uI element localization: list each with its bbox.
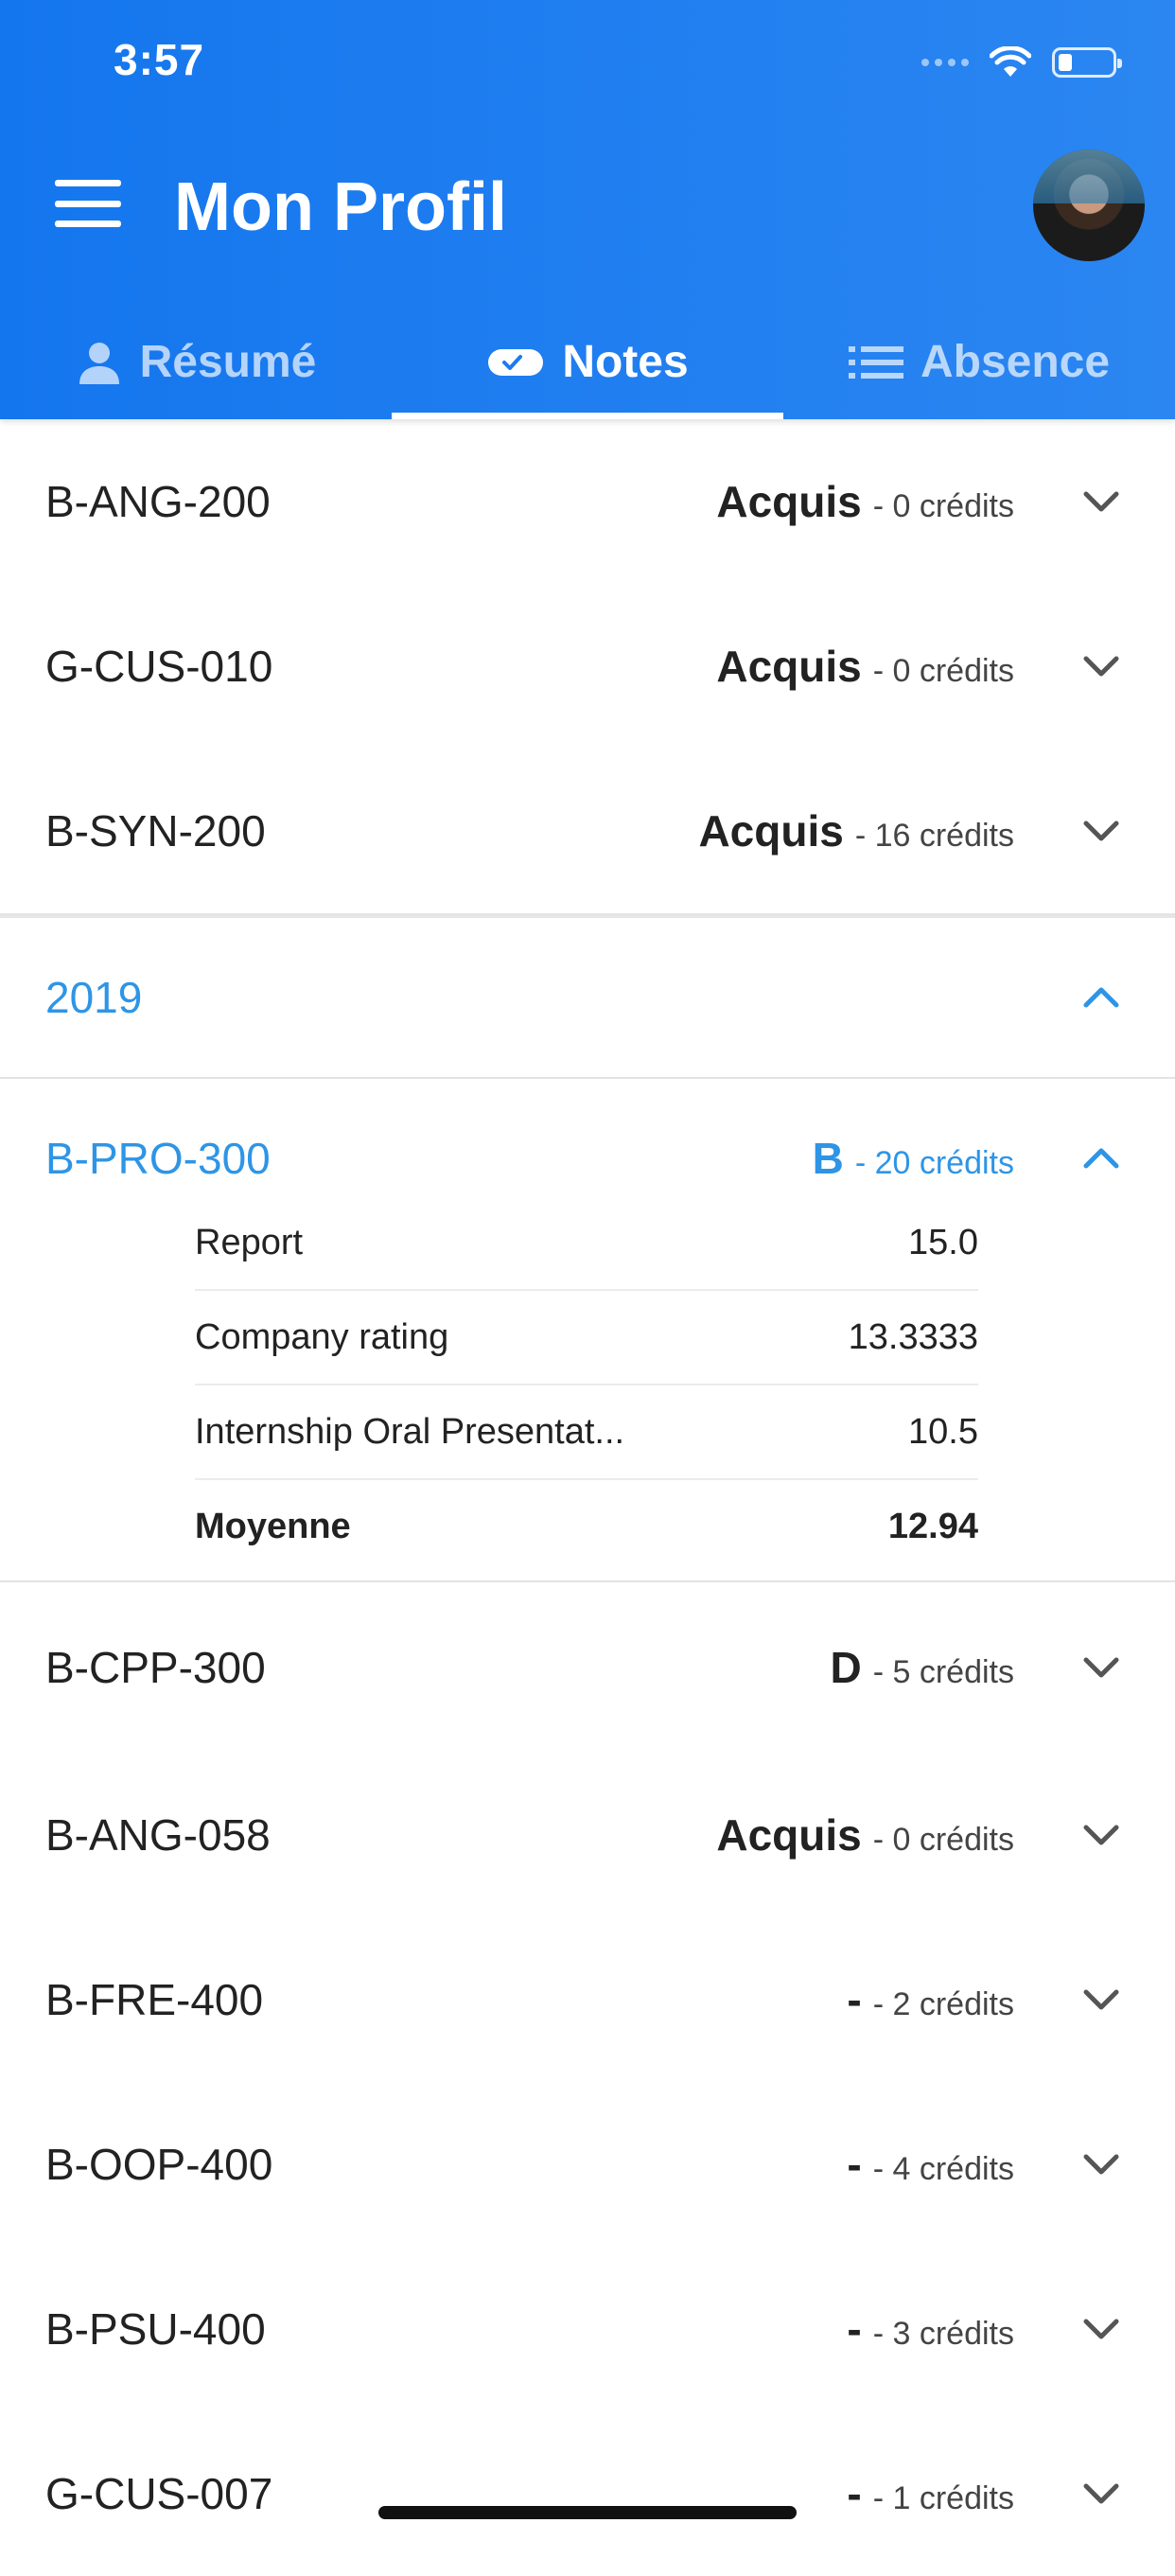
wifi-icon	[990, 46, 1031, 77]
detail-value: 10.5	[908, 1411, 978, 1452]
course-grade: B - 20 crédits	[813, 1133, 1014, 1184]
credits-value: - 5 crédits	[872, 1654, 1014, 1690]
course-code: G-CUS-007	[45, 2469, 273, 2518]
course-grade: Acquis - 0 crédits	[716, 641, 1014, 692]
chevron-down-icon[interactable]	[1075, 2303, 1128, 2355]
grade-value: -	[847, 1975, 862, 2024]
chevron-down-icon[interactable]	[1075, 2138, 1128, 2191]
credits-value: - 0 crédits	[872, 1822, 1014, 1858]
chevron-up-icon[interactable]	[1075, 971, 1128, 1024]
grade-value: -	[847, 2140, 862, 2189]
course-grade: D - 5 crédits	[831, 1642, 1015, 1693]
chevron-down-icon[interactable]	[1075, 1641, 1128, 1694]
grade-value: -	[847, 2469, 862, 2518]
credits-value: - 1 crédits	[872, 2480, 1014, 2516]
chevron-down-icon[interactable]	[1075, 804, 1128, 857]
detail-value: 13.3333	[848, 1316, 978, 1357]
chevron-down-icon[interactable]	[1075, 1973, 1128, 2026]
course-grade: Acquis - 16 crédits	[698, 805, 1014, 856]
credits-value: - 4 crédits	[872, 2151, 1014, 2187]
credits-value: - 0 crédits	[872, 653, 1014, 689]
credits-value: - 2 crédits	[872, 1986, 1014, 2022]
course-code: B-CPP-300	[45, 1643, 266, 1692]
list-icon	[848, 345, 903, 379]
tab-bar: Résumé Notes Absence	[0, 305, 1175, 419]
chevron-down-icon[interactable]	[1075, 640, 1128, 693]
tab-absence[interactable]: Absence	[783, 305, 1175, 419]
average-label: Moyenne	[195, 1506, 351, 1546]
course-code: B-PSU-400	[45, 2304, 266, 2354]
course-code: B-FRE-400	[45, 1975, 264, 2024]
person-icon	[79, 342, 119, 384]
expanded-course-row[interactable]: B-PRO-300 B - 20 crédits	[0, 1079, 1175, 1238]
course-row[interactable]: B-ANG-058 Acquis - 0 crédits	[0, 1753, 1175, 1917]
course-row[interactable]: B-FRE-400 -- 2 crédits	[0, 1917, 1175, 2082]
page-title: Mon Profil	[174, 169, 507, 245]
course-grade: -- 3 crédits	[847, 2303, 1014, 2355]
chevron-up-icon[interactable]	[1075, 1132, 1128, 1185]
avatar[interactable]	[1033, 150, 1145, 261]
course-grade: -- 1 crédits	[847, 2468, 1014, 2519]
grade-value: Acquis	[716, 1810, 862, 1860]
battery-icon	[1052, 47, 1122, 78]
detail-row: Internship Oral Presentat... 10.5	[195, 1385, 978, 1480]
cellular-signal-icon	[921, 59, 969, 66]
credits-value: - 0 crédits	[872, 488, 1014, 524]
tab-resume-label: Résumé	[139, 337, 317, 387]
detail-name: Internship Oral Presentat...	[195, 1411, 625, 1452]
course-grade: Acquis - 0 crédits	[716, 476, 1014, 527]
course-code: B-ANG-200	[45, 477, 271, 526]
course-grade: Acquis - 0 crédits	[716, 1809, 1014, 1861]
credits-value: - 20 crédits	[854, 1145, 1014, 1181]
average-value: 12.94	[887, 1506, 978, 1546]
year-section-header[interactable]: 2019	[0, 918, 1175, 1077]
grade-value: D	[830, 1643, 862, 1692]
course-row[interactable]: B-PSU-400 -- 3 crédits	[0, 2247, 1175, 2411]
course-row[interactable]: B-SYN-200 Acquis - 16 crédits	[0, 749, 1175, 913]
course-grade: -- 4 crédits	[847, 2139, 1014, 2190]
notes-list: B-ANG-200 Acquis - 0 crédits G-CUS-010 Ac…	[0, 419, 1175, 2576]
course-code: G-CUS-010	[45, 642, 273, 691]
detail-name: Company rating	[195, 1316, 449, 1357]
course-code: B-PRO-300	[45, 1134, 271, 1183]
chevron-down-icon[interactable]	[1075, 475, 1128, 528]
chevron-down-icon[interactable]	[1075, 2467, 1128, 2520]
status-time: 3:57	[114, 35, 205, 84]
pill-check-icon	[488, 348, 544, 376]
course-grade: -- 2 crédits	[847, 1974, 1014, 2025]
grade-value: Acquis	[716, 642, 862, 691]
tab-absence-label: Absence	[920, 337, 1111, 387]
year-label: 2019	[45, 973, 143, 1022]
app-header: 3:57 Mon Profil Résumé Notes Absence	[0, 0, 1175, 419]
menu-button[interactable]	[55, 180, 121, 227]
course-code: B-SYN-200	[45, 806, 266, 856]
grade-value: Acquis	[716, 477, 862, 526]
home-indicator[interactable]	[378, 2506, 797, 2519]
detail-row: Company rating 13.3333	[195, 1291, 978, 1385]
course-row[interactable]: G-CUS-007 -- 1 crédits	[0, 2411, 1175, 2576]
grade-value: Acquis	[698, 806, 844, 856]
average-row: Moyenne 12.94	[195, 1480, 978, 1573]
credits-value: - 16 crédits	[854, 818, 1014, 854]
course-row[interactable]: B-OOP-400 -- 4 crédits	[0, 2082, 1175, 2247]
course-code: B-ANG-058	[45, 1810, 271, 1860]
course-code: B-OOP-400	[45, 2140, 273, 2189]
course-row[interactable]: G-CUS-010 Acquis - 0 crédits	[0, 584, 1175, 749]
course-row[interactable]: B-CPP-300 D - 5 crédits	[0, 1582, 1175, 1753]
credits-value: - 3 crédits	[872, 2316, 1014, 2352]
tab-resume[interactable]: Résumé	[0, 305, 392, 419]
course-details: Report 15.0 Company rating 13.3333 Inter…	[0, 1196, 1175, 1573]
tab-notes-label: Notes	[562, 337, 689, 387]
tab-notes[interactable]: Notes	[392, 305, 783, 419]
chevron-down-icon[interactable]	[1075, 1808, 1128, 1861]
grade-value: -	[847, 2304, 862, 2354]
grade-value: B	[812, 1134, 844, 1183]
course-row[interactable]: B-ANG-200 Acquis - 0 crédits	[0, 419, 1175, 584]
status-icons	[921, 44, 1122, 81]
